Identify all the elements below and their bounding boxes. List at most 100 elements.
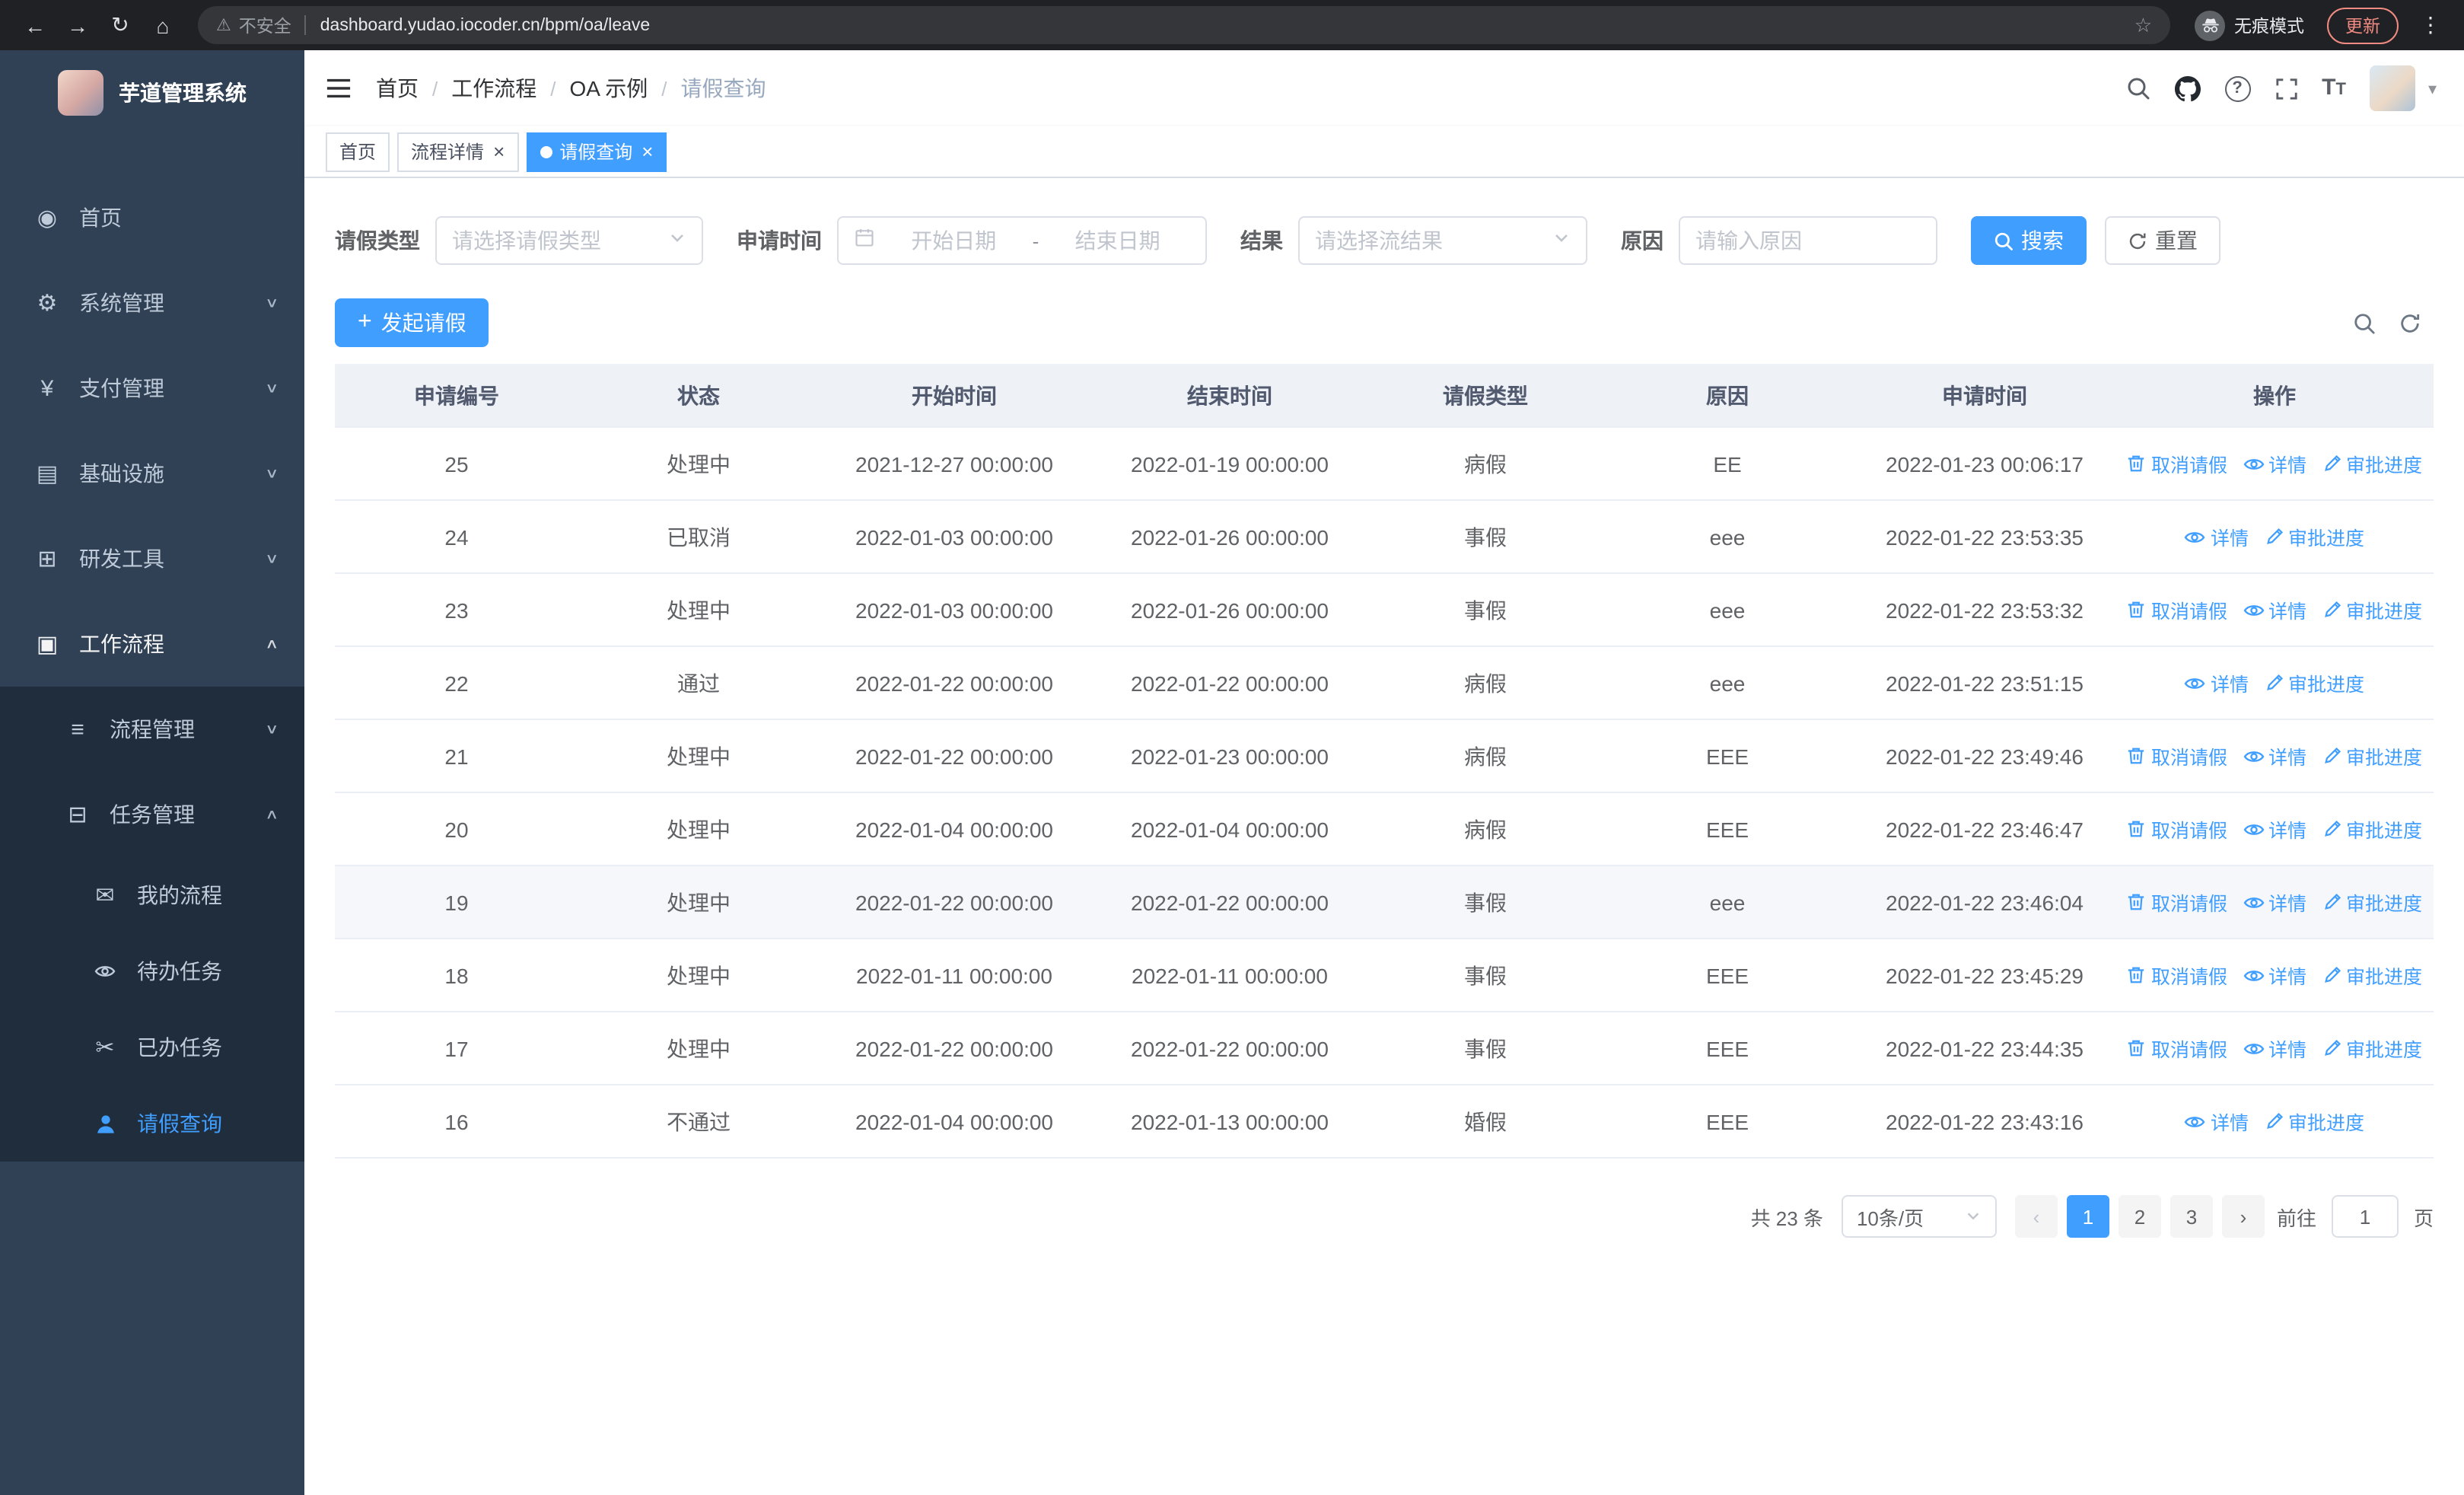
detail-action-link[interactable]: 详情 bbox=[2243, 961, 2306, 990]
github-icon[interactable] bbox=[2174, 75, 2201, 101]
hamburger-icon[interactable] bbox=[326, 78, 352, 99]
chevron-down-icon bbox=[1552, 227, 1571, 254]
cancel-action-link[interactable]: 取消请假 bbox=[2127, 814, 2227, 843]
sidebar: 芋道管理系统 ◉ 首页 ⚙ 系统管理 ∨ ¥ 支付管理 ∨ ▤ 基础设施 ∨ ⊞ 研发工具 ∨ ▣ 工作流程 ∧… bbox=[0, 50, 304, 1495]
bookmark-star-icon[interactable]: ☆ bbox=[2135, 13, 2152, 37]
progress-action-link[interactable]: 审批进度 bbox=[2322, 888, 2422, 916]
page-button-2[interactable]: 2 bbox=[2118, 1195, 2161, 1238]
reason-cell: EE bbox=[1713, 451, 1742, 476]
breadcrumb-item-oa-example[interactable]: OA 示例 bbox=[570, 73, 648, 104]
search-icon[interactable] bbox=[2125, 76, 2150, 100]
browser-forward-icon[interactable]: → bbox=[58, 5, 97, 45]
breadcrumb-item-home[interactable]: 首页 bbox=[376, 73, 419, 104]
page-button-3[interactable]: 3 bbox=[2170, 1195, 2213, 1238]
progress-action-link[interactable]: 审批进度 bbox=[2322, 1034, 2422, 1063]
detail-action-link[interactable]: 详情 bbox=[2243, 449, 2306, 478]
cancel-action-link[interactable]: 取消请假 bbox=[2127, 1034, 2227, 1063]
sidebar-item-my-process[interactable]: ✉ 我的流程 bbox=[0, 857, 304, 933]
eye-icon bbox=[2243, 964, 2264, 986]
detail-action-link[interactable]: 详情 bbox=[2243, 741, 2306, 770]
next-page-button[interactable]: › bbox=[2221, 1195, 2265, 1238]
browser-reload-icon[interactable]: ↻ bbox=[100, 5, 140, 45]
actions-cell: 取消请假 详情 审批进度 bbox=[2115, 741, 2434, 770]
sidebar-item-process-management[interactable]: ≡ 流程管理 ∨ bbox=[0, 687, 304, 772]
page-buttons: 123 bbox=[2066, 1195, 2213, 1238]
cancel-action-link[interactable]: 取消请假 bbox=[2127, 449, 2227, 478]
reason-input[interactable]: 请输入原因 bbox=[1679, 216, 1937, 265]
progress-action-link[interactable]: 审批进度 bbox=[2322, 595, 2422, 624]
browser-home-icon[interactable]: ⌂ bbox=[143, 5, 183, 45]
start-time-cell: 2022-01-22 00:00:00 bbox=[855, 890, 1053, 914]
fullscreen-icon[interactable] bbox=[2275, 77, 2297, 100]
detail-action-link[interactable]: 详情 bbox=[2243, 1034, 2306, 1063]
apply-time-cell: 2022-01-22 23:43:16 bbox=[1886, 1109, 2084, 1133]
sidebar-item-todo-tasks[interactable]: 待办任务 bbox=[0, 933, 304, 1009]
prev-page-button[interactable]: ‹ bbox=[2014, 1195, 2058, 1238]
cancel-action-link[interactable]: 取消请假 bbox=[2127, 595, 2227, 624]
progress-action-link[interactable]: 审批进度 bbox=[2322, 814, 2422, 843]
tab-leave-query[interactable]: 请假查询 × bbox=[526, 132, 667, 171]
sidebar-item-leave-query[interactable]: 请假查询 bbox=[0, 1085, 304, 1162]
cancel-action-link[interactable]: 取消请假 bbox=[2127, 741, 2227, 770]
progress-action-link[interactable]: 审批进度 bbox=[2264, 522, 2364, 551]
close-icon[interactable]: × bbox=[493, 142, 505, 161]
detail-action-link[interactable]: 详情 bbox=[2185, 668, 2249, 697]
breadcrumb-item-workflow[interactable]: 工作流程 bbox=[451, 73, 536, 104]
browser-update-button[interactable]: 更新 bbox=[2327, 7, 2399, 43]
leave-type-cell: 婚假 bbox=[1464, 1109, 1507, 1133]
table-row-18: 18 处理中 2022-01-11 00:00:00 2022-01-11 00:00… bbox=[335, 939, 2434, 1012]
font-size-icon[interactable]: TT bbox=[2322, 76, 2346, 100]
apply-time-range-picker[interactable]: 开始日期 - 结束日期 bbox=[837, 216, 1207, 265]
sidebar-item-infrastructure[interactable]: ▤ 基础设施 ∨ bbox=[0, 431, 304, 516]
cancel-action-link[interactable]: 取消请假 bbox=[2127, 888, 2227, 916]
detail-action-link[interactable]: 详情 bbox=[2243, 888, 2306, 916]
search-button[interactable]: 搜索 bbox=[1971, 216, 2087, 265]
progress-action-link[interactable]: 审批进度 bbox=[2264, 668, 2364, 697]
user-avatar[interactable] bbox=[2370, 65, 2416, 111]
sidebar-item-dev-tools[interactable]: ⊞ 研发工具 ∨ bbox=[0, 516, 304, 601]
create-leave-button[interactable]: + 发起请假 bbox=[335, 298, 489, 347]
browser-menu-icon[interactable]: ⋮ bbox=[2412, 12, 2449, 38]
toggle-search-icon[interactable] bbox=[2353, 311, 2376, 334]
result-select[interactable]: 请选择流结果 bbox=[1298, 216, 1587, 265]
page-button-1[interactable]: 1 bbox=[2066, 1195, 2109, 1238]
tab-process-detail[interactable]: 流程详情 × bbox=[397, 132, 519, 171]
progress-action-link[interactable]: 审批进度 bbox=[2322, 961, 2422, 990]
cancel-action-link[interactable]: 取消请假 bbox=[2127, 961, 2227, 990]
help-icon[interactable]: ? bbox=[2224, 75, 2251, 101]
progress-action-link[interactable]: 审批进度 bbox=[2322, 449, 2422, 478]
caret-down-icon[interactable]: ▾ bbox=[2428, 78, 2437, 98]
address-bar[interactable]: ⚠ 不安全 dashboard.yudao.iocoder.cn/bpm/oa/… bbox=[198, 6, 2170, 44]
detail-action-link[interactable]: 详情 bbox=[2243, 595, 2306, 624]
eye-icon bbox=[2243, 1038, 2264, 1059]
chevron-down-icon bbox=[1965, 1205, 1982, 1228]
security-label[interactable]: 不安全 bbox=[239, 13, 291, 37]
sidebar-item-home[interactable]: ◉ 首页 bbox=[0, 175, 304, 260]
sidebar-item-done-tasks[interactable]: ✂ 已办任务 bbox=[0, 1009, 304, 1085]
sidebar-item-system-management[interactable]: ⚙ 系统管理 ∨ bbox=[0, 260, 304, 346]
browser-back-icon[interactable]: ← bbox=[15, 5, 55, 45]
progress-action-link[interactable]: 审批进度 bbox=[2322, 741, 2422, 770]
header-actions: ? TT ▾ bbox=[2125, 65, 2437, 111]
leave-type-cell: 病假 bbox=[1464, 817, 1507, 841]
sidebar-item-task-management[interactable]: ⊟ 任务管理 ∧ bbox=[0, 772, 304, 857]
progress-action-link[interactable]: 审批进度 bbox=[2264, 1107, 2364, 1136]
detail-action-link[interactable]: 详情 bbox=[2243, 814, 2306, 843]
reset-button[interactable]: 重置 bbox=[2105, 216, 2220, 265]
close-icon[interactable]: × bbox=[641, 142, 653, 161]
delete-icon bbox=[2127, 1038, 2147, 1058]
tab-home[interactable]: 首页 bbox=[326, 132, 390, 171]
sidebar-item-payment-management[interactable]: ¥ 支付管理 ∨ bbox=[0, 346, 304, 431]
detail-action-link[interactable]: 详情 bbox=[2185, 522, 2249, 551]
refresh-table-icon[interactable] bbox=[2399, 311, 2421, 334]
page-size-select[interactable]: 10条/页 bbox=[1841, 1195, 1997, 1238]
edit-icon bbox=[2322, 454, 2341, 473]
sidebar-item-workflow[interactable]: ▣ 工作流程 ∧ bbox=[0, 601, 304, 687]
leave-type-select[interactable]: 请选择请假类型 bbox=[435, 216, 703, 265]
detail-action-link[interactable]: 详情 bbox=[2185, 1107, 2249, 1136]
goto-page-input[interactable] bbox=[2331, 1195, 2399, 1238]
end-time-cell: 2022-01-26 00:00:00 bbox=[1131, 524, 1329, 549]
column-header-start-time: 开始时间 bbox=[912, 383, 997, 407]
end-time-cell: 2022-01-26 00:00:00 bbox=[1131, 598, 1329, 622]
table-row-20: 20 处理中 2022-01-04 00:00:00 2022-01-04 00:00… bbox=[335, 793, 2434, 866]
